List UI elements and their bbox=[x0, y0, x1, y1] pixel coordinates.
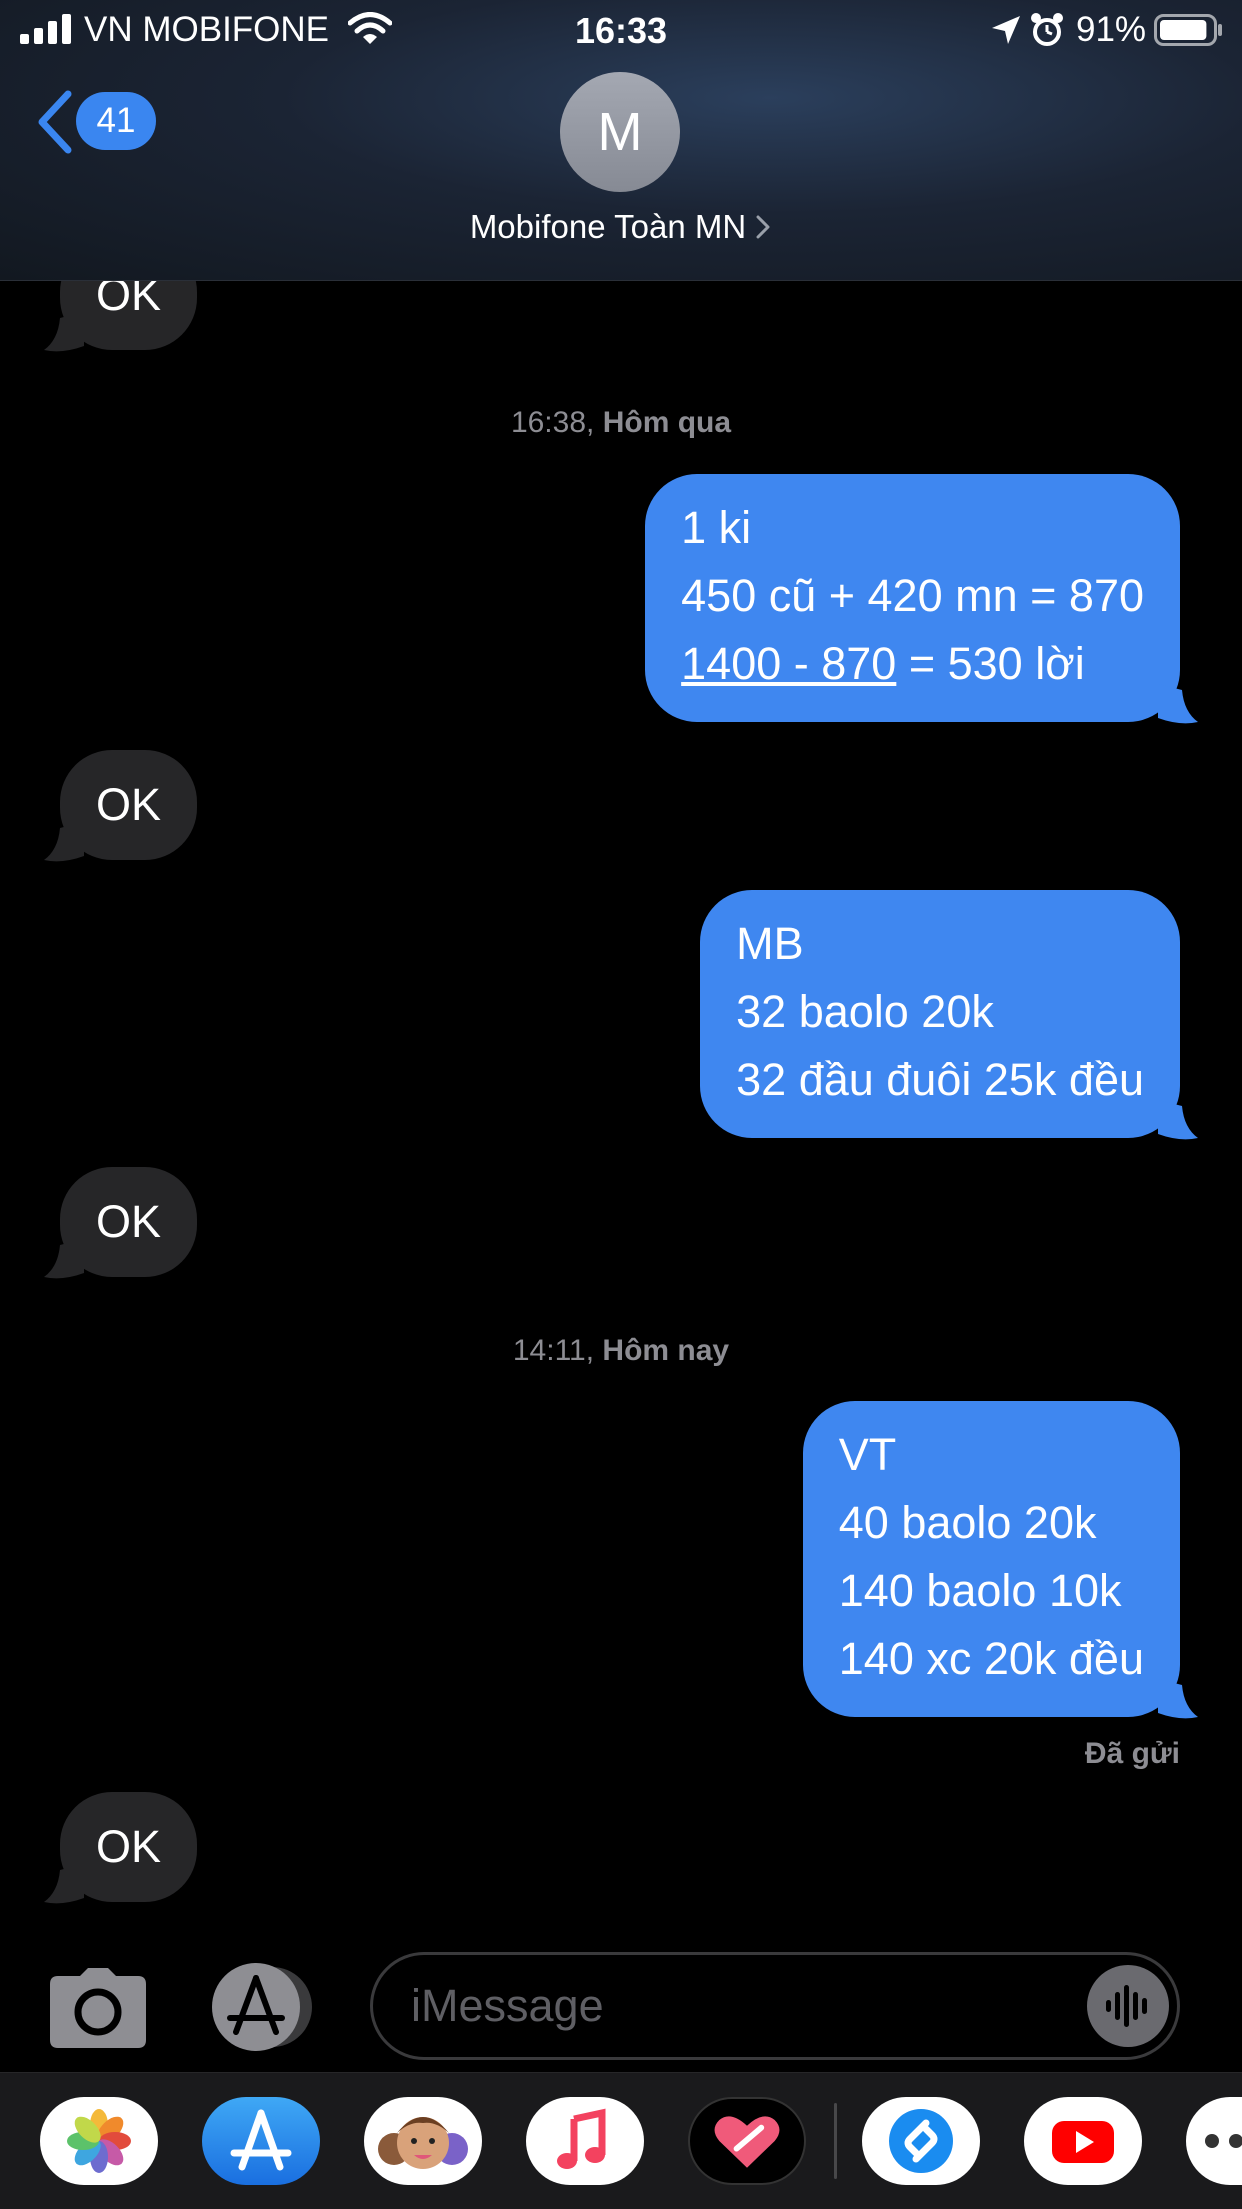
message-line: VT bbox=[838, 1429, 897, 1480]
battery-icon bbox=[1154, 14, 1222, 46]
message-line: 32 baolo 20k bbox=[736, 986, 994, 1037]
status-bar: VN MOBIFONE 16:33 91% bbox=[0, 0, 1242, 62]
message-line: 1400 - 870 = 530 lời bbox=[681, 630, 1144, 698]
app-store-icon[interactable] bbox=[202, 2097, 320, 2185]
message-text: OK bbox=[96, 779, 162, 830]
message-text: OK bbox=[96, 1821, 162, 1872]
contact-avatar[interactable]: M bbox=[560, 72, 680, 192]
timestamp-day: Hôm qua bbox=[602, 406, 732, 439]
message-line: 140 xc 20k đều bbox=[838, 1633, 1144, 1684]
delivery-status: Đã gửi bbox=[1084, 1737, 1180, 1770]
underlined-expression: 1400 - 870 bbox=[681, 638, 897, 689]
bubble-tail bbox=[44, 1239, 84, 1279]
timestamp-day: Hôm nay bbox=[602, 1334, 730, 1367]
timestamp-time: 14:11, bbox=[512, 1334, 595, 1367]
contact-name: Mobifone Toàn MN bbox=[469, 208, 747, 245]
timestamp-divider: 16:38, Hôm qua bbox=[0, 406, 1242, 440]
message-line: 32 đầu đuôi 25k đều bbox=[736, 1054, 1144, 1105]
message-bubble-outgoing[interactable]: VT 40 baolo 20k 140 baolo 10k 140 xc 20k… bbox=[802, 1401, 1198, 1719]
audio-message-button[interactable] bbox=[1087, 1965, 1169, 2047]
message-line: 1 ki bbox=[681, 502, 752, 553]
photos-icon[interactable] bbox=[40, 2097, 158, 2185]
imessage-app-drawer bbox=[0, 2072, 1242, 2209]
input-placeholder: iMessage bbox=[411, 1980, 604, 2031]
bubble-tail bbox=[1158, 684, 1198, 724]
bubble-tail bbox=[44, 822, 84, 862]
message-bubble-incoming[interactable]: OK bbox=[44, 1167, 198, 1279]
bubble-tail bbox=[44, 1864, 84, 1904]
camera-icon[interactable] bbox=[50, 1968, 146, 2048]
message-text: OK bbox=[96, 1196, 162, 1247]
message-line: 40 baolo 20k bbox=[838, 1497, 1097, 1548]
message-line: 450 cũ + 420 mn = 870 bbox=[681, 570, 1144, 621]
digital-touch-icon[interactable] bbox=[688, 2097, 806, 2185]
message-bubble-outgoing[interactable]: MB 32 baolo 20k 32 đầu đuôi 25k đều bbox=[700, 890, 1198, 1140]
youtube-icon[interactable] bbox=[1024, 2097, 1142, 2185]
back-chevron-icon[interactable] bbox=[36, 90, 76, 154]
battery-percentage: 91% bbox=[1076, 10, 1147, 49]
message-bubble-incoming[interactable]: OK bbox=[44, 750, 198, 862]
timestamp-divider: 14:11, Hôm nay bbox=[0, 1334, 1242, 1368]
message-input-bar: iMessage bbox=[0, 1916, 1242, 2072]
memoji-icon[interactable] bbox=[364, 2097, 482, 2185]
imessage-input[interactable]: iMessage bbox=[370, 1952, 1180, 2060]
more-icon[interactable] bbox=[1186, 2097, 1242, 2185]
chevron-right-icon bbox=[756, 215, 770, 239]
message-line-rest: = 530 lời bbox=[896, 638, 1085, 689]
bubble-tail bbox=[1158, 1100, 1198, 1140]
app-store-icon[interactable] bbox=[210, 1962, 318, 2052]
app-drawer-divider bbox=[834, 2103, 837, 2179]
location-icon bbox=[992, 16, 1020, 44]
contact-name-button[interactable]: Mobifone Toàn MN bbox=[0, 208, 1242, 246]
bubble-tail bbox=[1158, 1679, 1198, 1719]
message-line: 140 baolo 10k bbox=[838, 1565, 1122, 1616]
bubble-tail bbox=[44, 312, 84, 352]
message-line: MB bbox=[736, 918, 804, 969]
message-bubble-outgoing[interactable]: 1 ki 450 cũ + 420 mn = 870 1400 - 870 = … bbox=[645, 474, 1198, 724]
message-bubble-incoming[interactable]: OK bbox=[44, 1792, 198, 1904]
audio-waveform-icon bbox=[1106, 1985, 1147, 2027]
timestamp-time: 16:38, bbox=[510, 406, 595, 439]
alarm-icon bbox=[1031, 13, 1063, 46]
music-icon[interactable] bbox=[526, 2097, 644, 2185]
shazam-icon[interactable] bbox=[862, 2097, 980, 2185]
unread-count-badge[interactable]: 41 bbox=[76, 92, 156, 150]
